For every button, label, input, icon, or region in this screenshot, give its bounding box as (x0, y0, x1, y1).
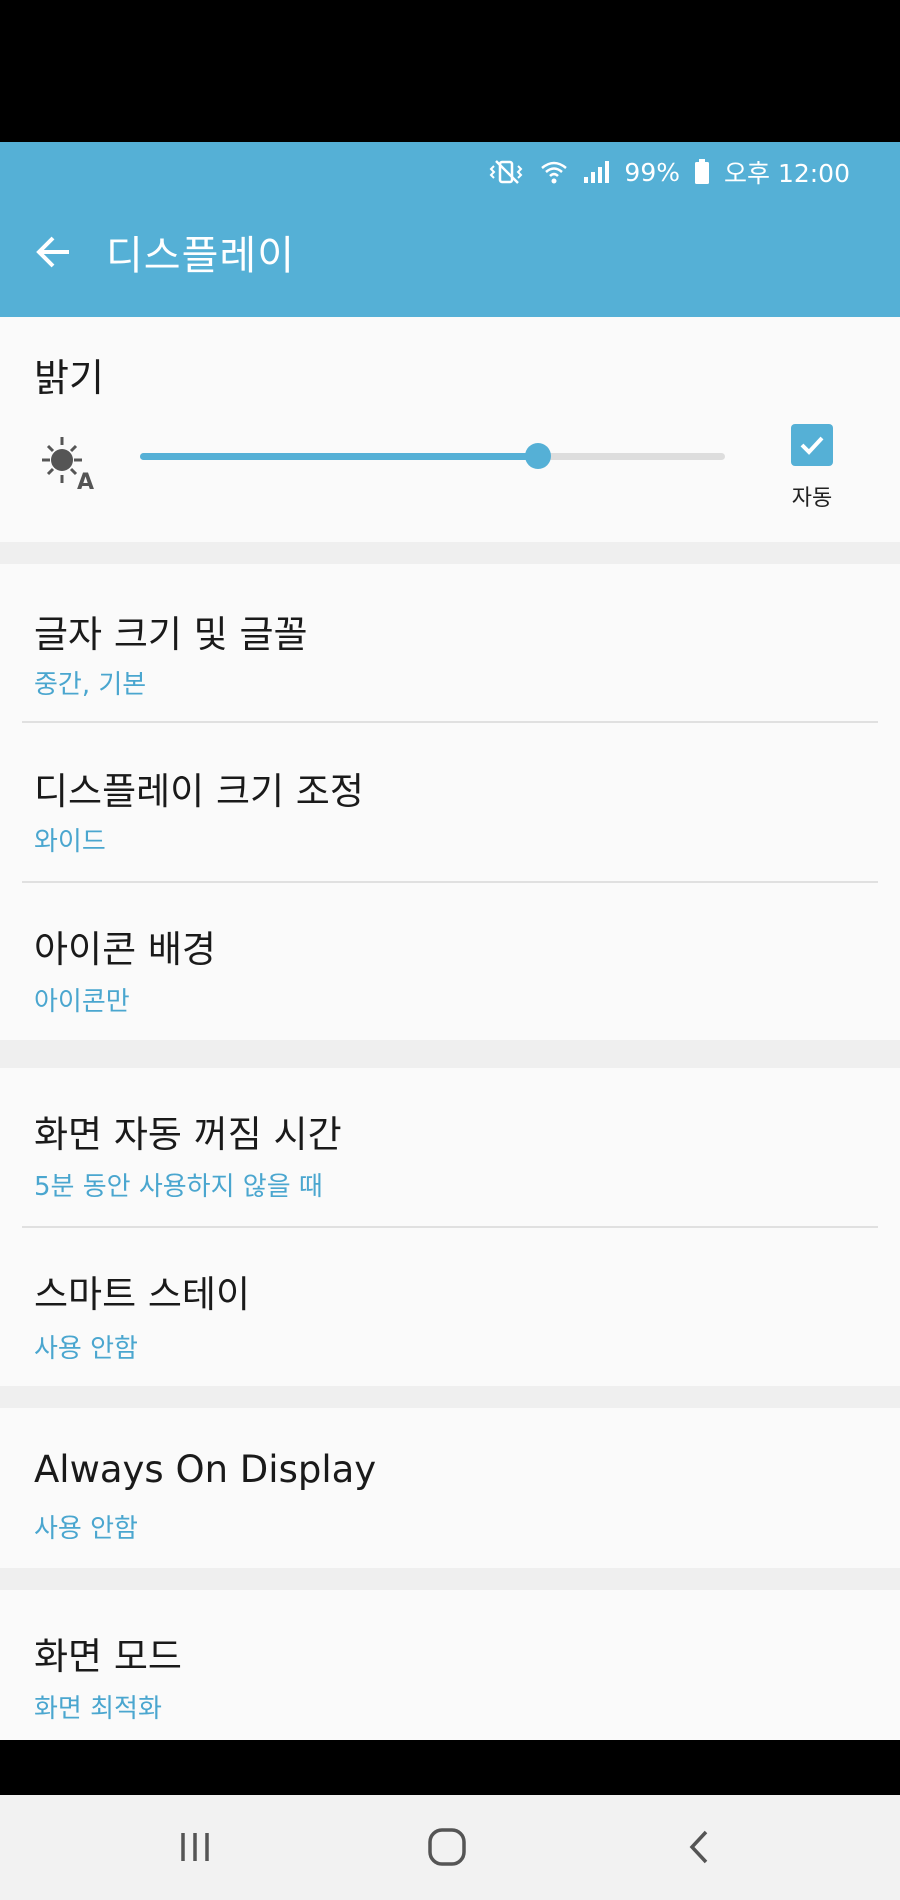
screen-mode-item[interactable]: 화면 모드 화면 최적화 (0, 1590, 900, 1740)
icon-frames-item[interactable]: 아이콘 배경 아이콘만 (0, 883, 900, 1040)
home-icon (428, 1828, 466, 1866)
app-bar: 99% 오후 12:00 디스플레이 (0, 142, 900, 317)
text-display-card: 글자 크기 및 글꼴 중간, 기본 디스플레이 크기 조정 와이드 아이콘 배경… (0, 564, 900, 1040)
auto-brightness-label: 자동 (791, 486, 833, 511)
brightness-slider[interactable] (140, 443, 725, 469)
font-size-style-item[interactable]: 글자 크기 및 글꼴 중간, 기본 (0, 564, 900, 722)
auto-brightness-icon: A (40, 435, 102, 495)
recent-apps-icon (181, 1833, 209, 1861)
svg-text:A: A (77, 470, 94, 491)
top-letterbox (0, 0, 900, 142)
slider-thumb[interactable] (524, 443, 551, 469)
smart-stay-item[interactable]: 스마트 스테이 사용 안함 (0, 1228, 900, 1386)
home-button[interactable] (412, 1817, 482, 1877)
signal-icon (582, 159, 610, 185)
screen-timeout-card: 화면 자동 꺼짐 시간 5분 동안 사용하지 않을 때 스마트 스테이 사용 안… (0, 1068, 900, 1386)
screen-mode-card: 화면 모드 화면 최적화 (0, 1590, 900, 1740)
auto-brightness-checkbox[interactable] (791, 424, 833, 466)
recent-apps-button[interactable] (160, 1817, 230, 1877)
battery-icon (694, 159, 710, 185)
clock: 오후 12:00 (724, 159, 850, 188)
screen-timeout-item[interactable]: 화면 자동 꺼짐 시간 5분 동안 사용하지 않을 때 (0, 1068, 900, 1226)
settings-content: 밝기 A 자동 글자 크기 및 글꼴 중간, 기본 디스플레이 크기 조정 와이… (0, 317, 900, 1740)
back-nav-button[interactable] (665, 1817, 735, 1877)
bottom-letterbox (0, 1740, 900, 1795)
page-title: 디스플레이 (106, 233, 295, 279)
toolbar: 디스플레이 (0, 202, 900, 302)
always-on-display-card: Always On Display 사용 안함 (0, 1408, 900, 1568)
brightness-title: 밝기 (34, 356, 104, 400)
check-icon (800, 436, 824, 455)
status-bar: 99% 오후 12:00 (0, 142, 900, 194)
screen-zoom-item[interactable]: 디스플레이 크기 조정 와이드 (0, 723, 900, 881)
vibrate-mute-icon (488, 159, 526, 185)
always-on-display-item[interactable]: Always On Display 사용 안함 (0, 1408, 900, 1568)
navigation-bar (0, 1795, 900, 1900)
slider-fill (140, 453, 538, 460)
back-button[interactable] (18, 217, 88, 287)
wifi-icon (540, 159, 568, 185)
arrow-back-icon (36, 236, 69, 268)
brightness-card: 밝기 A 자동 (0, 317, 900, 542)
battery-percent: 99% (624, 157, 680, 187)
chevron-left-icon (689, 1830, 708, 1864)
